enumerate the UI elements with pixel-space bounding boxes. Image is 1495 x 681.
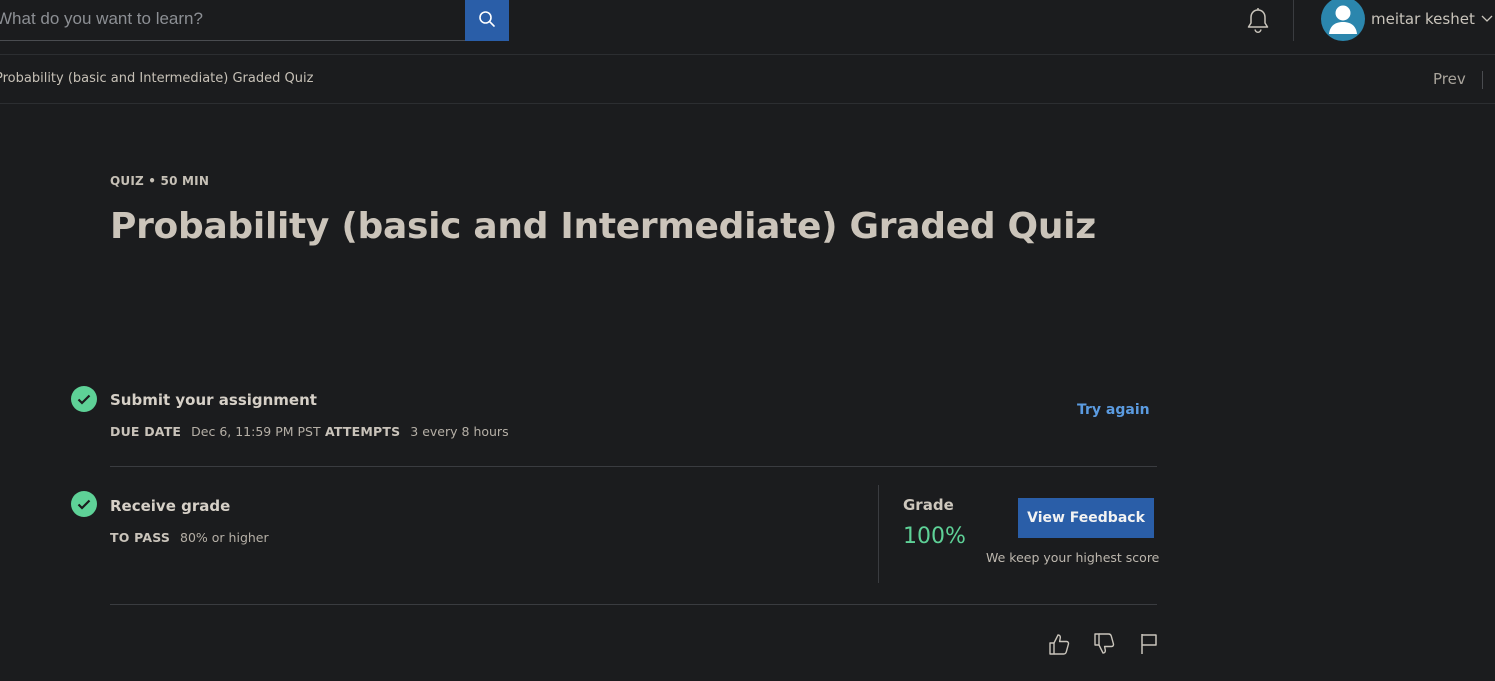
due-date: DUE DATE Dec 6, 11:59 PM PST — [110, 424, 321, 439]
attempts: ATTEMPTS 3 every 8 hours — [325, 424, 509, 439]
section-divider — [110, 466, 1157, 467]
search-input[interactable] — [0, 0, 466, 41]
dislike-button[interactable] — [1091, 632, 1116, 661]
check-circle-icon — [71, 491, 97, 517]
chevron-down-icon — [1481, 10, 1493, 28]
attempts-label: ATTEMPTS — [325, 424, 401, 439]
user-name: meitar keshet — [1371, 9, 1475, 28]
submit-assignment-title: Submit your assignment — [110, 391, 317, 409]
topbar-divider — [1293, 0, 1294, 41]
due-date-value: Dec 6, 11:59 PM PST — [191, 424, 321, 439]
attempts-value: 3 every 8 hours — [410, 424, 509, 439]
grade-divider — [878, 485, 879, 583]
user-avatar-icon — [1321, 0, 1365, 41]
check-circle-icon — [71, 386, 97, 412]
thumbs-up-icon — [1047, 632, 1071, 661]
view-feedback-button[interactable]: View Feedback — [1018, 498, 1154, 538]
due-date-label: DUE DATE — [110, 424, 182, 439]
to-pass-label: TO PASS — [110, 530, 171, 545]
try-again-link[interactable]: Try again — [1077, 402, 1150, 418]
section-divider — [110, 604, 1157, 605]
bell-icon — [1245, 7, 1271, 40]
breadcrumb-bar: Probability (basic and Intermediate) Gra… — [0, 55, 1495, 104]
search-icon — [478, 10, 496, 31]
search-button[interactable] — [465, 0, 509, 41]
like-button[interactable] — [1046, 633, 1071, 659]
receive-grade-title: Receive grade — [110, 497, 231, 515]
quiz-meta: QUIZ • 50 MIN — [110, 174, 210, 188]
page-title: Probability (basic and Intermediate) Gra… — [110, 206, 1096, 247]
notifications-button[interactable] — [1243, 7, 1273, 40]
top-navigation-bar: meitar keshet — [0, 0, 1495, 55]
breadcrumb-divider — [1482, 71, 1483, 89]
to-pass-value: 80% or higher — [180, 530, 269, 545]
prev-button[interactable]: Prev — [1433, 70, 1466, 88]
feedback-actions — [1046, 632, 1161, 661]
report-button[interactable] — [1136, 633, 1161, 659]
flag-icon — [1138, 632, 1160, 661]
breadcrumb-current[interactable]: Probability (basic and Intermediate) Gra… — [0, 71, 313, 86]
user-menu[interactable]: meitar keshet — [1321, 0, 1493, 41]
thumbs-down-icon — [1092, 632, 1116, 661]
grade-label: Grade — [903, 496, 954, 514]
highest-score-note: We keep your highest score — [986, 550, 1160, 565]
grade-value: 100% — [903, 524, 966, 549]
to-pass: TO PASS 80% or higher — [110, 530, 269, 545]
